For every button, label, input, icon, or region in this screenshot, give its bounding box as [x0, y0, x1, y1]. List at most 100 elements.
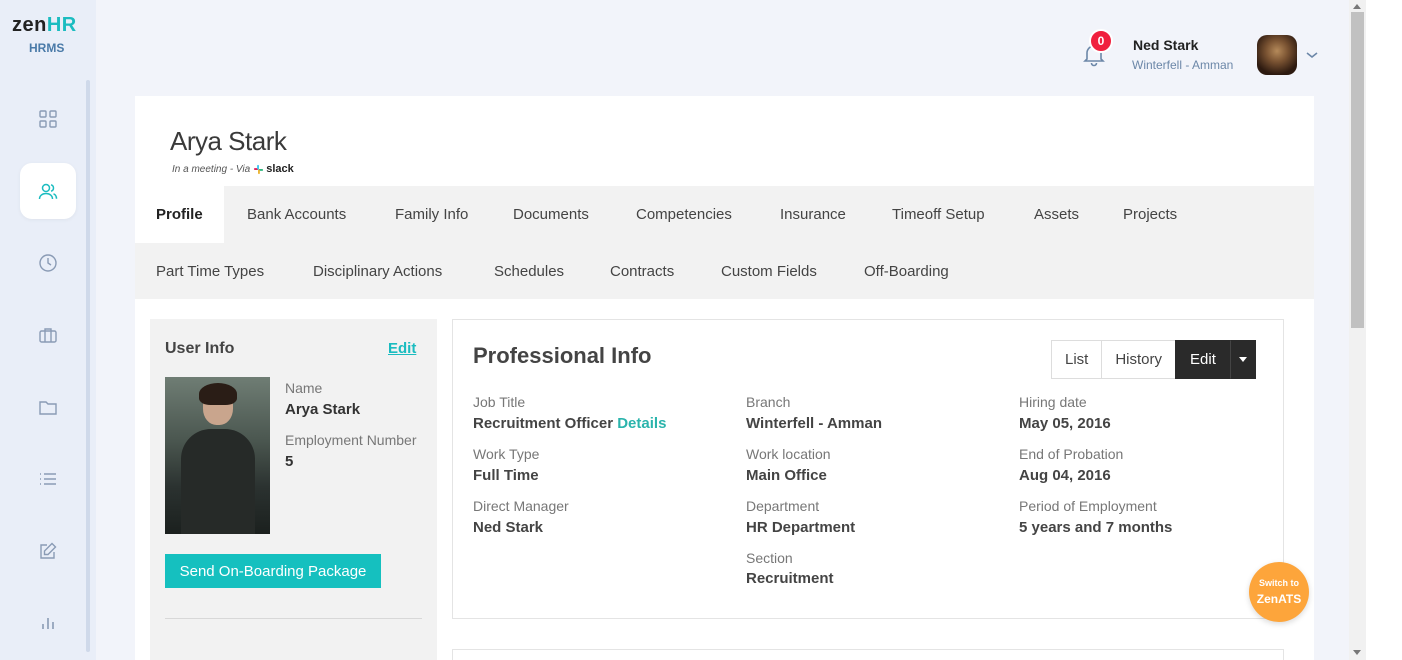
- tab-projects[interactable]: Projects: [1102, 186, 1198, 243]
- user-info-edit-link[interactable]: Edit: [388, 340, 416, 357]
- brand-main: zen: [12, 14, 47, 36]
- list-button[interactable]: List: [1051, 340, 1103, 379]
- work-location-label: Work location: [746, 446, 831, 462]
- tab-family-info[interactable]: Family Info: [374, 186, 489, 243]
- user-info-title: User Info: [165, 340, 235, 357]
- branch-label: Branch: [746, 394, 791, 410]
- send-onboarding-button[interactable]: Send On-Boarding Package: [165, 554, 381, 588]
- slack-label: slack: [266, 163, 294, 175]
- history-button[interactable]: History: [1101, 340, 1177, 379]
- direct-manager-value: Ned Stark: [473, 519, 544, 536]
- tab-competencies[interactable]: Competencies: [615, 186, 753, 243]
- slack-icon: [254, 164, 264, 174]
- tab-off-boarding[interactable]: Off-Boarding: [843, 243, 970, 300]
- edit-dropdown-toggle[interactable]: [1229, 340, 1256, 379]
- tab-profile[interactable]: Profile: [135, 186, 224, 243]
- sidebar-scrollbar[interactable]: [86, 80, 90, 652]
- branch-value: Winterfell - Amman: [746, 415, 882, 432]
- photo-hair: [199, 383, 237, 405]
- user-location: Winterfell - Amman: [1132, 58, 1234, 72]
- edit-button[interactable]: Edit: [1175, 340, 1231, 379]
- nav-reports[interactable]: [20, 595, 76, 651]
- employee-name: Arya Stark: [170, 126, 287, 156]
- tab-insurance[interactable]: Insurance: [759, 186, 867, 243]
- tab-disciplinary-actions[interactable]: Disciplinary Actions: [292, 243, 463, 300]
- next-panel: [452, 649, 1284, 660]
- nav-dashboard[interactable]: [20, 91, 76, 147]
- employee-status: In a meeting - Via slack: [172, 163, 294, 175]
- department-value: HR Department: [746, 519, 856, 536]
- work-location-value: Main Office: [746, 467, 827, 484]
- nav-files[interactable]: [20, 379, 76, 435]
- clock-icon: [39, 254, 57, 272]
- tab-timeoff-setup[interactable]: Timeoff Setup: [871, 186, 1006, 243]
- name-value: Arya Stark: [285, 401, 361, 418]
- hiring-date-label: Hiring date: [1019, 394, 1087, 410]
- app-root: zenHR HRMS 0 Ned Stark Winterfell - Amma…: [0, 0, 1402, 660]
- user-info-panel: User Info Edit Name Arya Stark Employmen…: [150, 319, 437, 660]
- nav-people[interactable]: [20, 163, 76, 219]
- department-label: Department: [746, 498, 820, 514]
- caret-down-icon: [1238, 356, 1247, 362]
- bar-chart-icon: [42, 618, 54, 629]
- scroll-up-arrow[interactable]: [1353, 4, 1361, 9]
- folder-icon: [39, 401, 57, 415]
- people-icon: [38, 183, 58, 200]
- sidebar: zenHR HRMS: [0, 0, 96, 660]
- nav-list[interactable]: [20, 451, 76, 507]
- tab-part-time-types[interactable]: Part Time Types: [135, 243, 285, 300]
- slack-badge: slack: [253, 163, 294, 175]
- notification-badge[interactable]: 0: [1089, 29, 1113, 53]
- status-text: In a meeting - Via: [172, 163, 251, 175]
- employee-card: Arya Stark In a meeting - Via slack Prof…: [135, 96, 1314, 660]
- logo[interactable]: zenHR HRMS: [0, 0, 96, 80]
- tab-custom-fields[interactable]: Custom Fields: [700, 243, 838, 300]
- job-title-text: Recruitment Officer: [473, 415, 614, 432]
- user-name[interactable]: Ned Stark: [1133, 37, 1198, 53]
- avatar[interactable]: [1257, 35, 1297, 75]
- briefcase-icon: [39, 328, 57, 343]
- nav-jobs[interactable]: [20, 307, 76, 363]
- period-of-employment-label: Period of Employment: [1019, 498, 1157, 514]
- scroll-down-arrow[interactable]: [1353, 650, 1361, 655]
- tab-assets[interactable]: Assets: [1013, 186, 1100, 243]
- brand-accent: HR: [46, 14, 77, 36]
- chevron-down-icon[interactable]: [1305, 50, 1319, 60]
- page-scrollbar[interactable]: [1349, 0, 1366, 660]
- direct-manager-label: Direct Manager: [473, 498, 569, 514]
- job-title-value: Recruitment Officer Details: [473, 415, 666, 432]
- scroll-thumb[interactable]: [1351, 12, 1364, 328]
- tab-contracts[interactable]: Contracts: [589, 243, 695, 300]
- edit-icon: [40, 542, 57, 559]
- work-type-label: Work Type: [473, 446, 540, 462]
- brand-sub: HRMS: [29, 41, 65, 55]
- tab-schedules[interactable]: Schedules: [473, 243, 585, 300]
- professional-info-panel: Professional Info List History Edit Job …: [452, 319, 1284, 619]
- employee-photo: [165, 377, 270, 534]
- dashboard-grid-icon: [39, 110, 57, 128]
- employment-number-label: Employment Number: [285, 432, 417, 448]
- profile-tabs: Profile Bank Accounts Family Info Docume…: [135, 186, 1314, 299]
- nav-time[interactable]: [20, 235, 76, 291]
- tab-bank-accounts[interactable]: Bank Accounts: [226, 186, 367, 243]
- name-label: Name: [285, 380, 323, 396]
- switch-to-zenats-button[interactable]: Switch to ZenATS: [1249, 562, 1309, 622]
- end-of-probation-value: Aug 04, 2016: [1019, 467, 1111, 484]
- tab-documents[interactable]: Documents: [492, 186, 610, 243]
- hiring-date-value: May 05, 2016: [1019, 415, 1111, 432]
- work-type-value: Full Time: [473, 467, 539, 484]
- employment-number-value: 5: [285, 453, 294, 470]
- end-of-probation-label: End of Probation: [1019, 446, 1124, 462]
- photo-body: [181, 429, 255, 534]
- period-of-employment-value: 5 years and 7 months: [1019, 519, 1173, 536]
- section-label: Section: [746, 550, 793, 566]
- zenats-line1: Switch to: [1259, 578, 1299, 588]
- list-icon: [40, 473, 56, 485]
- divider: [165, 618, 422, 619]
- professional-info-title: Professional Info: [473, 343, 652, 368]
- job-details-link[interactable]: Details: [617, 415, 666, 432]
- brand-name: zenHR: [12, 14, 77, 37]
- professional-info-actions: List History Edit: [1051, 340, 1256, 379]
- nav-edit[interactable]: [20, 523, 76, 579]
- section-value: Recruitment: [746, 570, 834, 587]
